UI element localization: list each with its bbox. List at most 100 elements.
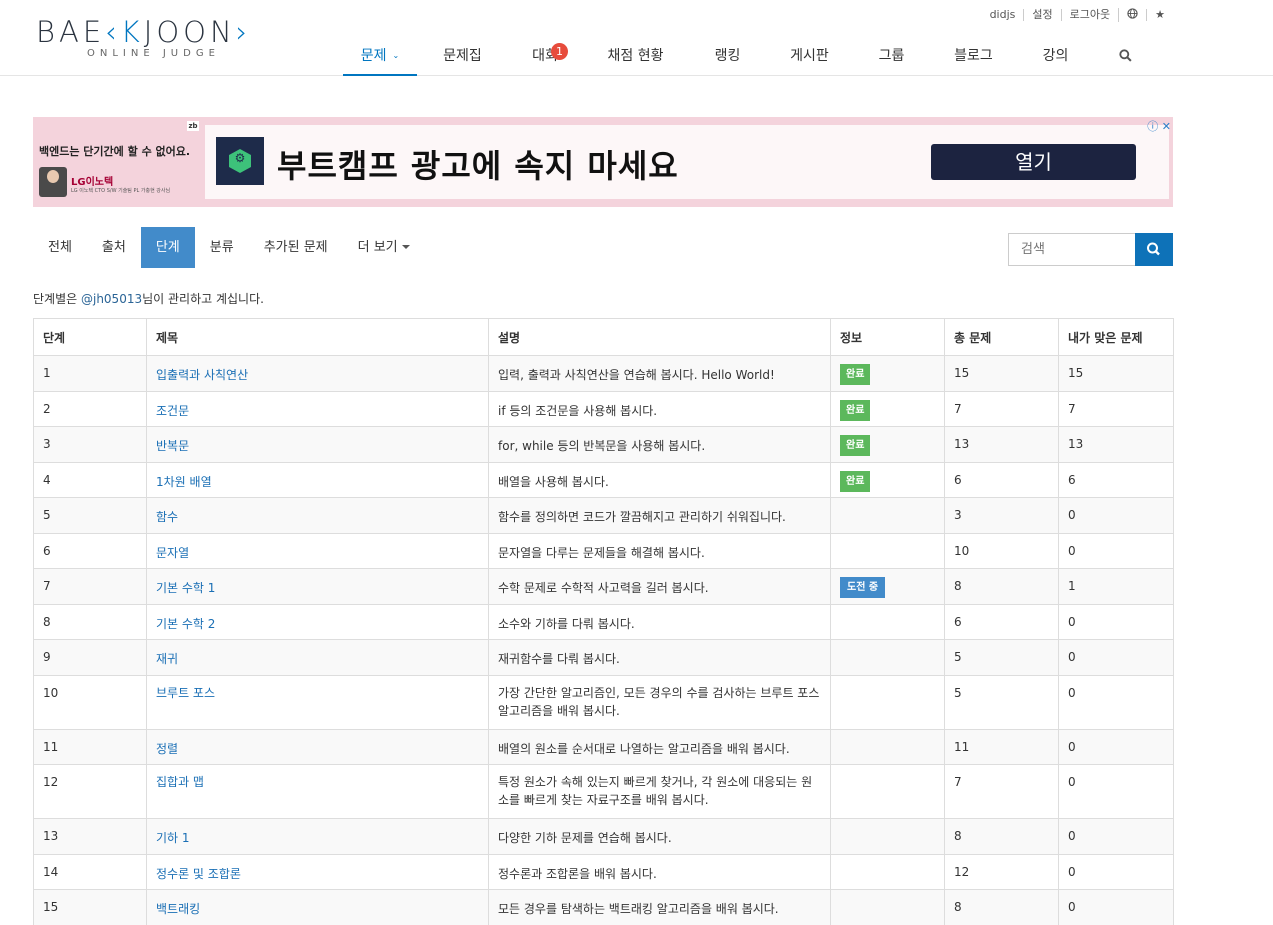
table-row[interactable]: 4 1차원 배열 배열을 사용해 봅시다. 완료 6 6 [33, 461, 1174, 498]
tab-more[interactable]: 더 보기 [343, 227, 425, 268]
search-icon[interactable] [1094, 38, 1156, 76]
manager-user-link[interactable]: @jh05013 [81, 292, 142, 306]
table-row[interactable]: 8 기본 수학 2 소수와 기하를 다뤄 봅시다. 6 0 [33, 603, 1174, 640]
nav-item-problems[interactable]: 문제 ⌄ [343, 38, 417, 76]
solved-count-cell: 0 [1058, 728, 1174, 765]
ad-open-button[interactable]: 열기 [931, 144, 1136, 180]
step-title-link[interactable]: 기하 1 [156, 831, 190, 845]
step-desc-cell: 재귀함수를 다뤄 봅시다. [498, 652, 620, 666]
nav-item-status[interactable]: 채점 현황 [582, 38, 689, 76]
table-row[interactable]: 13 기하 1 다양한 기하 문제를 연습해 봅시다. 8 0 [33, 818, 1174, 855]
total-count-cell: 6 [944, 603, 1059, 640]
nav-item-group[interactable]: 그룹 [853, 38, 930, 76]
total-count-cell: 3 [954, 508, 962, 522]
step-cell: 10 [43, 685, 59, 700]
status-badge-trying: 도전 중 [840, 577, 886, 598]
tab-step[interactable]: 단계 [140, 227, 195, 268]
nav-item-lecture[interactable]: 강의 [1017, 38, 1094, 76]
step-cell: 1 [33, 355, 147, 392]
tab-source[interactable]: 출처 [87, 227, 141, 268]
col-header-step: 단계 [33, 318, 147, 356]
settings-link[interactable]: 설정 [1023, 9, 1060, 21]
table-row[interactable]: 12 집합과 맵 특정 원소가 속해 있는지 빠르게 찾거나, 각 원소에 대응되는… [33, 764, 1174, 819]
step-title-link[interactable]: 집합과 맵 [156, 775, 204, 789]
total-count-cell: 5 [954, 685, 962, 700]
step-title-cell: 브루트 포스 [146, 674, 489, 730]
step-status-cell [830, 764, 945, 819]
table-row[interactable]: 14 정수론 및 조합론 정수론과 조합론을 배워 봅시다. 12 0 [33, 853, 1174, 890]
step-title-link[interactable]: 정수론 및 조합론 [156, 867, 241, 881]
nav-item-contest[interactable]: 대회 1 [508, 38, 582, 76]
step-title-link[interactable]: 정렬 [156, 742, 178, 756]
total-count-cell: 13 [944, 426, 1059, 463]
search-button[interactable] [1135, 233, 1173, 266]
step-desc-cell: 문자열을 다루는 문제들을 해결해 봅시다. [498, 545, 705, 560]
total-count-cell: 5 [944, 674, 1059, 730]
step-title-cell: 기본 수학 2 [146, 603, 489, 640]
tab-category[interactable]: 분류 [195, 227, 249, 268]
solved-count-cell: 0 [1058, 889, 1174, 925]
logout-link[interactable]: 로그아웃 [1060, 9, 1118, 21]
ad-banner[interactable]: zb 백엔드는 단기간에 할 수 없어요. LG이노텍 LG 이노텍 CTO S… [33, 117, 1173, 207]
total-count-cell: 5 [954, 650, 962, 664]
user-link[interactable]: didjs [982, 9, 1024, 21]
step-title-cell: 기본 수학 1 [146, 568, 489, 605]
step-title-link[interactable]: 함수 [156, 510, 178, 524]
step-cell: 5 [43, 508, 51, 522]
tab-all[interactable]: 전체 [33, 227, 87, 268]
table-row[interactable]: 3 반복문 for, while 등의 반복문을 사용해 봅시다. 완료 13 13 [33, 426, 1174, 463]
table-row[interactable]: 11 정렬 배열의 원소를 순서대로 나열하는 알고리즘을 배워 봅시다. 11 0 [33, 728, 1174, 765]
step-title-link[interactable]: 기본 수학 2 [156, 617, 215, 631]
step-title-link[interactable]: 조건문 [156, 404, 189, 418]
ad-info-close-icon[interactable]: ⓘ ✕ [1147, 118, 1171, 134]
solved-count-cell: 0 [1068, 650, 1076, 664]
step-title-link[interactable]: 반복문 [156, 439, 189, 453]
nav-item-workbook[interactable]: 문제집 [417, 38, 508, 76]
star-icon[interactable]: ★ [1146, 9, 1173, 21]
tab-added[interactable]: 추가된 문제 [249, 227, 343, 268]
step-title-link[interactable]: 재귀 [156, 652, 178, 666]
step-desc-cell: 정수론과 조합론을 배워 봅시다. [488, 853, 831, 890]
table-row[interactable]: 15 백트래킹 모든 경우를 탐색하는 백트래킹 알고리즘을 배워 봅시다. 8 0 [33, 889, 1174, 925]
table-row[interactable]: 10 브루트 포스 가장 간단한 알고리즘인, 모든 경우의 수를 검사하는 브루트… [33, 674, 1174, 730]
table-row[interactable]: 9 재귀 재귀함수를 다뤄 봅시다. 5 0 [33, 639, 1174, 676]
solved-count-cell: 0 [1058, 764, 1174, 819]
step-title-link[interactable]: 입출력과 사칙연산 [156, 368, 248, 382]
nav-item-board[interactable]: 게시판 [766, 38, 853, 76]
col-header-desc: 설명 [488, 318, 831, 356]
nav-item-blog[interactable]: 블로그 [930, 38, 1017, 76]
search-input[interactable] [1008, 233, 1135, 266]
step-title-cell: 반복문 [146, 426, 489, 463]
site-logo[interactable]: BAE‹KJOON› ONLINE JUDGE [36, 16, 286, 64]
globe-icon[interactable] [1118, 8, 1146, 22]
table-row[interactable]: 2 조건문 if 등의 조건문을 사용해 봅시다. 완료 7 7 [33, 390, 1174, 427]
step-title-cell: 문자열 [146, 532, 489, 569]
total-count-cell: 10 [954, 543, 970, 558]
step-title-link[interactable]: 문자열 [156, 546, 189, 560]
step-cell: 7 [33, 568, 147, 605]
total-count-cell: 3 [944, 497, 1059, 534]
step-title-link[interactable]: 브루트 포스 [156, 686, 215, 700]
step-desc-cell: 정수론과 조합론을 배워 봅시다. [498, 866, 657, 881]
step-status-cell: 완료 [830, 461, 945, 498]
table-row[interactable]: 1 입출력과 사칙연산 입력, 출력과 사칙연산을 연습해 봅시다. Hello W… [33, 355, 1174, 392]
step-title-link[interactable]: 백트래킹 [156, 902, 200, 916]
table-row[interactable]: 5 함수 함수를 정의하면 코드가 깔끔해지고 관리하기 쉬워집니다. 3 0 [33, 497, 1174, 534]
col-header-solved: 내가 맞은 문제 [1058, 318, 1174, 356]
nav-item-ranking[interactable]: 랭킹 [689, 38, 766, 76]
status-badge-done: 완료 [840, 470, 871, 492]
table-row[interactable]: 7 기본 수학 1 수학 문제로 수학적 사고력을 길러 봅시다. 도전 중 8 1 [33, 568, 1174, 605]
step-desc-cell: for, while 등의 반복문을 사용해 봅시다. [498, 439, 706, 453]
total-count-cell: 7 [944, 390, 1059, 427]
step-title-link[interactable]: 기본 수학 1 [156, 581, 215, 595]
step-cell: 4 [43, 472, 51, 487]
step-title-link[interactable]: 1차원 배열 [156, 475, 212, 489]
total-count-cell: 7 [944, 764, 1059, 819]
total-count-cell: 6 [954, 472, 962, 487]
solved-count-cell: 6 [1068, 472, 1076, 487]
table-row[interactable]: 6 문자열 문자열을 다루는 문제들을 해결해 봅시다. 10 0 [33, 532, 1174, 569]
step-desc-cell: 수학 문제로 수학적 사고력을 길러 봅시다. [498, 581, 709, 595]
ad-card[interactable]: ⚙ 부트캠프 광고에 속지 마세요 열기 [205, 125, 1169, 199]
chevron-down-icon: ⌄ [392, 51, 400, 60]
solved-count-cell: 0 [1068, 614, 1076, 629]
